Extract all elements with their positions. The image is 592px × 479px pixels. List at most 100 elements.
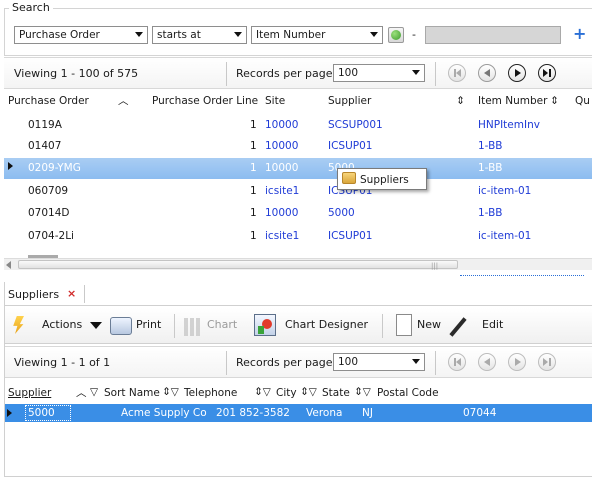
cell-item[interactable]: HNPItemInv — [478, 119, 540, 131]
col-purchase-order[interactable]: Purchase Order — [8, 95, 89, 107]
tab-suppliers[interactable]: Suppliers — [8, 288, 59, 301]
chart-button[interactable]: Chart — [207, 318, 237, 331]
last-page-button[interactable] — [538, 353, 556, 371]
cell-po: 07014D — [28, 207, 70, 219]
table-row-selected[interactable]: 0209-YMG 1 10000 5000 1-BB — [4, 158, 592, 179]
sort-filter-icon[interactable]: ⇕▽ — [254, 386, 271, 398]
divider — [4, 476, 592, 477]
print-button[interactable]: Print — [136, 318, 161, 331]
first-page-button[interactable] — [448, 353, 466, 371]
context-menu-suppliers[interactable]: Suppliers — [360, 174, 409, 186]
next-page-button[interactable] — [508, 64, 526, 82]
toolbar: Actions Print Chart Chart Designer New E… — [4, 308, 592, 344]
prev-page-icon — [484, 358, 490, 366]
chevron-down-icon — [370, 32, 378, 37]
cell-item[interactable]: 1-BB — [478, 162, 503, 174]
chevron-down-icon — [90, 322, 102, 329]
cell-line: 1 — [250, 140, 257, 152]
cell-line: 1 — [250, 207, 257, 219]
cell-line: 1 — [250, 119, 257, 131]
col-item-number[interactable]: Item Number — [478, 95, 547, 107]
cell-site[interactable]: 10000 — [265, 140, 298, 152]
cell-site[interactable]: icsite1 — [265, 185, 299, 197]
pencil-icon — [449, 317, 467, 337]
chevron-down-icon — [234, 32, 242, 37]
col-sort-name[interactable]: Sort Name — [104, 387, 160, 399]
first-page-button[interactable] — [448, 64, 466, 82]
edit-button[interactable]: Edit — [482, 318, 503, 331]
sort-filter-icon[interactable]: ⇕▽ — [300, 386, 317, 398]
chart-designer-button[interactable]: Chart Designer — [285, 318, 368, 331]
prev-page-button[interactable] — [478, 353, 496, 371]
cell-site[interactable]: 10000 — [265, 162, 298, 174]
col-site[interactable]: Site — [265, 95, 285, 107]
cell-site[interactable]: 10000 — [265, 207, 298, 219]
cell-site[interactable]: icsite1 — [265, 230, 299, 242]
col-supplier[interactable]: Supplier — [328, 95, 371, 107]
col-supplier[interactable]: Supplier — [8, 387, 51, 399]
grid-header: Purchase Order ︿ Purchase Order Line Sit… — [4, 90, 592, 112]
cell-item[interactable]: ic-item-01 — [478, 230, 531, 242]
search-value-input[interactable] — [425, 26, 561, 44]
top-records-select[interactable]: 100 — [333, 64, 425, 82]
sort-filter-icon[interactable]: ⇕▽ — [354, 386, 371, 398]
cell-city: Verona — [306, 407, 343, 419]
last-page-button[interactable] — [538, 64, 556, 82]
col-purchase-order-line[interactable]: Purchase Order Line — [152, 95, 258, 107]
col-quantity[interactable]: Qu — [575, 95, 590, 107]
top-pager: Viewing 1 - 100 of 575 Records per page:… — [4, 57, 592, 89]
table-row[interactable]: 060709 1 icsite1 ICSUP01 ic-item-01 — [4, 181, 592, 202]
cell-telephone: 201 852-3582 — [216, 407, 290, 419]
table-row[interactable]: 07014D 1 10000 5000 1-BB — [4, 203, 592, 224]
sort-filter-icon[interactable]: ⇕▽ — [162, 386, 179, 398]
cell-supplier[interactable]: ICSUP01 — [328, 140, 372, 152]
actions-button[interactable]: Actions — [42, 318, 82, 331]
cell-item[interactable]: 1-BB — [478, 207, 503, 219]
chevron-down-icon — [412, 359, 420, 364]
cell-item[interactable]: 1-BB — [478, 140, 503, 152]
bottom-records-select[interactable]: 100 — [333, 353, 425, 371]
scroll-thumb[interactable] — [18, 260, 458, 269]
next-page-icon — [515, 358, 521, 366]
table-row[interactable]: 0704-2Li 1 icsite1 ICSUP01 ic-item-01 — [4, 226, 592, 247]
close-tab-icon[interactable]: × — [67, 287, 76, 300]
sort-toggle-icon: ⇕ — [550, 95, 559, 107]
new-button[interactable]: New — [417, 318, 441, 331]
horizontal-scrollbar[interactable]: ||| — [4, 258, 592, 270]
table-row[interactable]: 01407 1 10000 ICSUP01 1-BB — [4, 136, 592, 157]
cell-line: 1 — [250, 230, 257, 242]
search-field-select[interactable]: Purchase Order — [14, 26, 148, 44]
cell-supplier[interactable]: 5000 — [328, 207, 355, 219]
cell-po: 0704-2Li — [28, 230, 74, 242]
refresh-button[interactable] — [388, 27, 404, 43]
top-records-value: 100 — [338, 67, 359, 79]
cell-supplier[interactable]: SCSUP001 — [328, 119, 383, 131]
scroll-grip-icon: ||| — [431, 262, 439, 270]
scroll-left-icon[interactable] — [6, 261, 11, 269]
chart-designer-icon — [254, 314, 276, 336]
col-city[interactable]: City — [276, 387, 297, 399]
col-state[interactable]: State — [322, 387, 350, 399]
divider — [4, 282, 5, 477]
supplier-table-row-selected[interactable]: 5000 Acme Supply Co 201 852-3582 Verona … — [4, 404, 592, 422]
col-telephone[interactable]: Telephone — [184, 387, 237, 399]
chevron-down-icon — [135, 32, 143, 37]
search-field-value: Purchase Order — [19, 29, 100, 41]
chevron-down-icon — [412, 70, 420, 75]
prev-page-button[interactable] — [478, 64, 496, 82]
search-column-select[interactable]: Item Number — [251, 26, 383, 44]
add-criteria-icon[interactable]: + — [573, 26, 586, 42]
next-page-button[interactable] — [508, 353, 526, 371]
bottom-records-label: Records per page: — [236, 356, 337, 369]
printer-icon[interactable] — [110, 317, 132, 335]
search-operator-select[interactable]: starts at — [152, 26, 247, 44]
table-row[interactable]: 0119A 1 10000 SCSUP001 HNPItemInv — [4, 115, 592, 136]
row-indicator-icon — [7, 409, 12, 417]
col-postal-code[interactable]: Postal Code — [377, 387, 439, 399]
cell-supplier[interactable]: ICSUP01 — [328, 230, 372, 242]
filter-icon[interactable]: ▽ — [90, 386, 98, 398]
cell-supplier[interactable]: 5000 — [28, 407, 55, 419]
cell-site[interactable]: 10000 — [265, 119, 298, 131]
mini-scrollbar[interactable] — [460, 275, 584, 280]
cell-item[interactable]: ic-item-01 — [478, 185, 531, 197]
